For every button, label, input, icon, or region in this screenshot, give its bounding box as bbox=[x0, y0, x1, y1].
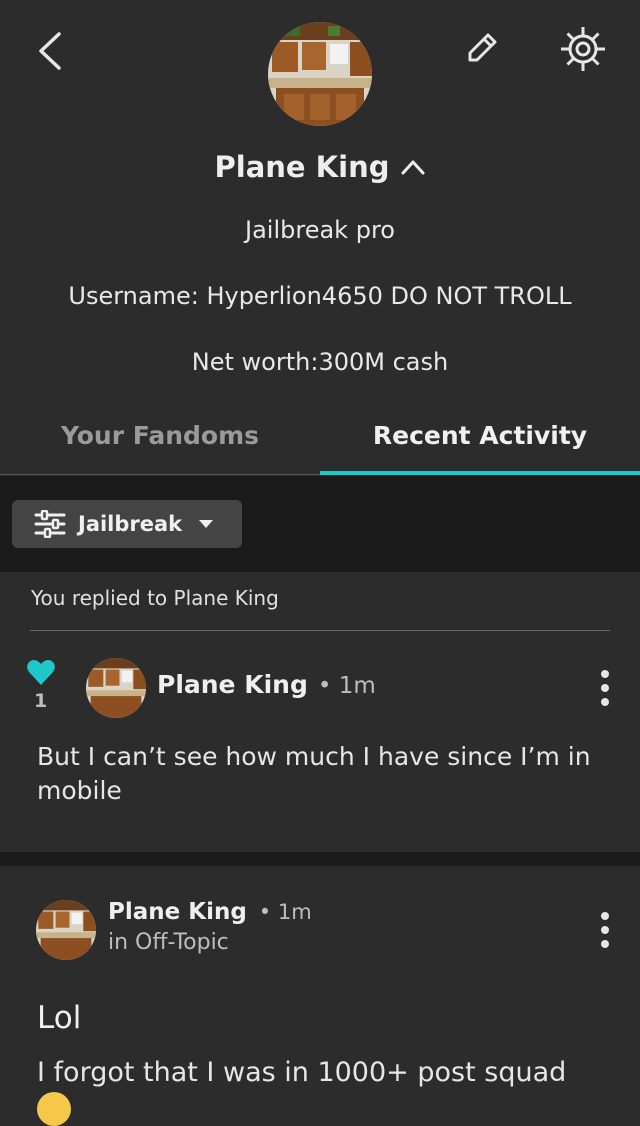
bio-line-2: Username: Hyperlion4650 DO NOT TROLL bbox=[68, 282, 572, 310]
tab-your-fandoms[interactable]: Your Fandoms bbox=[0, 418, 320, 474]
fandom-filter-dropdown[interactable]: Jailbreak bbox=[12, 500, 242, 548]
sliders-icon bbox=[34, 510, 66, 538]
activity-context: You replied to Plane King bbox=[31, 586, 279, 610]
author-name[interactable]: Plane King bbox=[157, 670, 308, 699]
more-vertical-icon bbox=[601, 670, 609, 706]
post-author-name[interactable]: Plane King bbox=[108, 899, 247, 925]
settings-button[interactable] bbox=[556, 22, 610, 76]
bio-line-3: Net worth:300M cash bbox=[191, 348, 449, 376]
caret-down-icon bbox=[199, 520, 214, 528]
post-body: I forgot that I was in 1000+ post squad bbox=[37, 1057, 567, 1088]
activity-divider bbox=[30, 630, 610, 631]
profile-avatar[interactable] bbox=[268, 22, 372, 126]
reply-text: But I can’t see how much I have since I’… bbox=[37, 742, 591, 805]
back-button[interactable] bbox=[24, 28, 76, 74]
filter-label: Jailbreak bbox=[78, 512, 183, 536]
emoji-icon bbox=[37, 1092, 71, 1126]
edit-button[interactable] bbox=[456, 24, 508, 72]
pencil-icon bbox=[468, 33, 497, 62]
post-location[interactable]: in Off-Topic bbox=[108, 930, 229, 955]
post-more-options-button[interactable] bbox=[590, 910, 620, 950]
like-button[interactable] bbox=[26, 658, 56, 690]
post-author-avatar[interactable] bbox=[36, 900, 96, 960]
chevron-left-icon bbox=[39, 32, 61, 70]
gear-icon bbox=[561, 27, 605, 71]
bio-line-1: Jailbreak pro bbox=[245, 216, 395, 244]
activity-card[interactable] bbox=[0, 572, 640, 852]
chevron-up-icon bbox=[401, 160, 424, 175]
post-title[interactable]: Lol bbox=[37, 1000, 81, 1036]
tab-recent-activity[interactable]: Recent Activity bbox=[320, 418, 640, 474]
heart-icon bbox=[27, 660, 55, 685]
profile-name-toggle[interactable]: Plane King bbox=[0, 150, 640, 184]
post-time: • 1m bbox=[258, 900, 312, 924]
like-count: 1 bbox=[34, 690, 48, 712]
profile-name: Plane King bbox=[214, 150, 390, 184]
more-options-button[interactable] bbox=[590, 668, 620, 708]
active-tab-indicator bbox=[320, 471, 640, 475]
author-avatar[interactable] bbox=[86, 658, 146, 718]
post-time: • 1m bbox=[317, 673, 376, 699]
more-vertical-icon bbox=[601, 912, 609, 948]
card-separator bbox=[0, 852, 640, 866]
